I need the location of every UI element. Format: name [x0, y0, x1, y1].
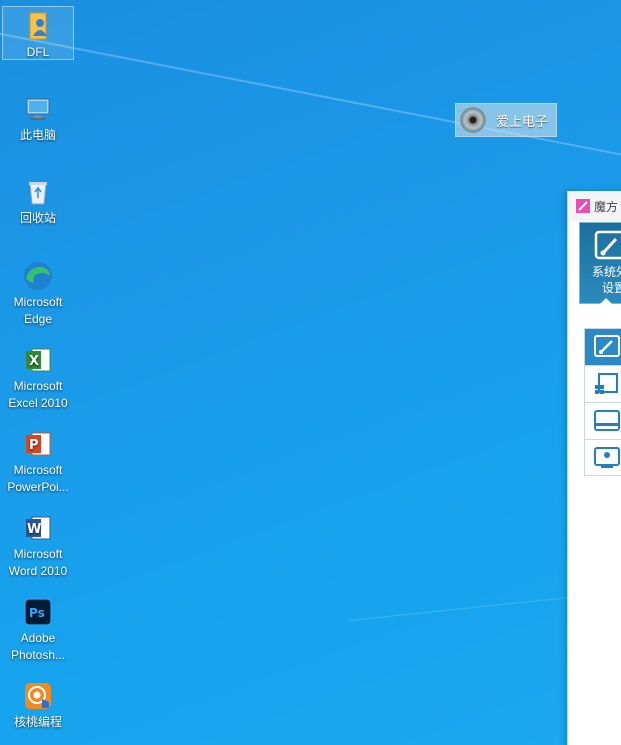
computer-icon — [26, 98, 50, 120]
floating-widget[interactable]: 爱上电子 — [455, 103, 557, 137]
tab-pointer — [600, 298, 612, 304]
svg-text:P: P — [29, 438, 39, 453]
tab-system-settings[interactable]: 系统外 设置 — [579, 222, 621, 304]
taskbar-icon — [594, 410, 620, 431]
disc-icon — [460, 107, 486, 133]
folder-user-icon — [29, 12, 47, 40]
desktop-icon-powerpoint[interactable]: P Microsoft PowerPoi... — [2, 425, 74, 496]
desktop-icon-label: Adobe Photosh... — [10, 631, 66, 662]
side-nav-list — [584, 328, 621, 476]
word-icon: W — [26, 516, 51, 540]
floating-widget-label: 爱上电子 — [496, 113, 549, 129]
svg-text:Ps: Ps — [29, 606, 45, 620]
tab-label-line1: 系统外 — [592, 265, 621, 279]
desktop-icon-label: Microsoft Edge — [13, 295, 63, 326]
svg-text:W: W — [27, 522, 41, 537]
desktop-icon-hetao[interactable]: 核桃编程 — [2, 677, 74, 731]
desktop-icon-this-pc[interactable]: 此电脑 — [2, 90, 74, 144]
desktop-icon-photoshop[interactable]: Ps Adobe Photosh... — [2, 593, 74, 664]
svg-text:X: X — [29, 354, 39, 369]
desktop-icon-label: Microsoft Word 2010 — [8, 547, 68, 578]
app-logo-icon — [576, 199, 590, 213]
side-item-windows[interactable] — [584, 365, 621, 402]
side-item-appearance[interactable] — [584, 328, 621, 365]
hetao-icon — [25, 683, 51, 709]
photoshop-icon: Ps — [24, 598, 52, 626]
settings-brush-icon — [594, 335, 620, 357]
desktop-user-icon — [594, 447, 620, 468]
desktop-icon-recycle-bin[interactable]: 回收站 — [2, 173, 74, 227]
app-window-titlebar[interactable]: 魔方 — [568, 191, 621, 221]
app-window: 魔方 系统外 设置 — [567, 191, 621, 745]
desktop-icon-label: 回收站 — [19, 211, 56, 225]
desktop-icon-dfl[interactable]: DFL — [2, 6, 74, 60]
recycle-bin-icon — [29, 182, 47, 205]
desktop-icon-excel[interactable]: X Microsoft Excel 2010 — [2, 341, 74, 412]
desktop-icon-word[interactable]: W Microsoft Word 2010 — [2, 509, 74, 580]
desktop: DFL 此电脑 回收站 Microsoft Edge X Microsoft E… — [0, 0, 621, 745]
excel-icon: X — [26, 348, 51, 372]
desktop-icon-label: 此电脑 — [19, 128, 56, 142]
desktop-icon-label: Microsoft PowerPoi... — [7, 463, 69, 494]
brush-settings-icon — [594, 230, 621, 260]
app-window-title: 魔方 — [594, 199, 619, 214]
edge-icon — [24, 262, 52, 290]
windows-window-icon — [595, 373, 618, 394]
wallpaper-light-ray — [0, 25, 621, 161]
side-item-desktop[interactable] — [584, 439, 621, 476]
desktop-icon-label: 核桃编程 — [13, 715, 62, 729]
tab-label-line2: 设置 — [602, 281, 621, 295]
powerpoint-icon: P — [26, 432, 51, 456]
desktop-icon-edge[interactable]: Microsoft Edge — [2, 257, 74, 328]
desktop-icon-label: DFL — [26, 45, 50, 59]
desktop-icon-label: Microsoft Excel 2010 — [8, 379, 68, 410]
side-item-taskbar[interactable] — [584, 402, 621, 439]
